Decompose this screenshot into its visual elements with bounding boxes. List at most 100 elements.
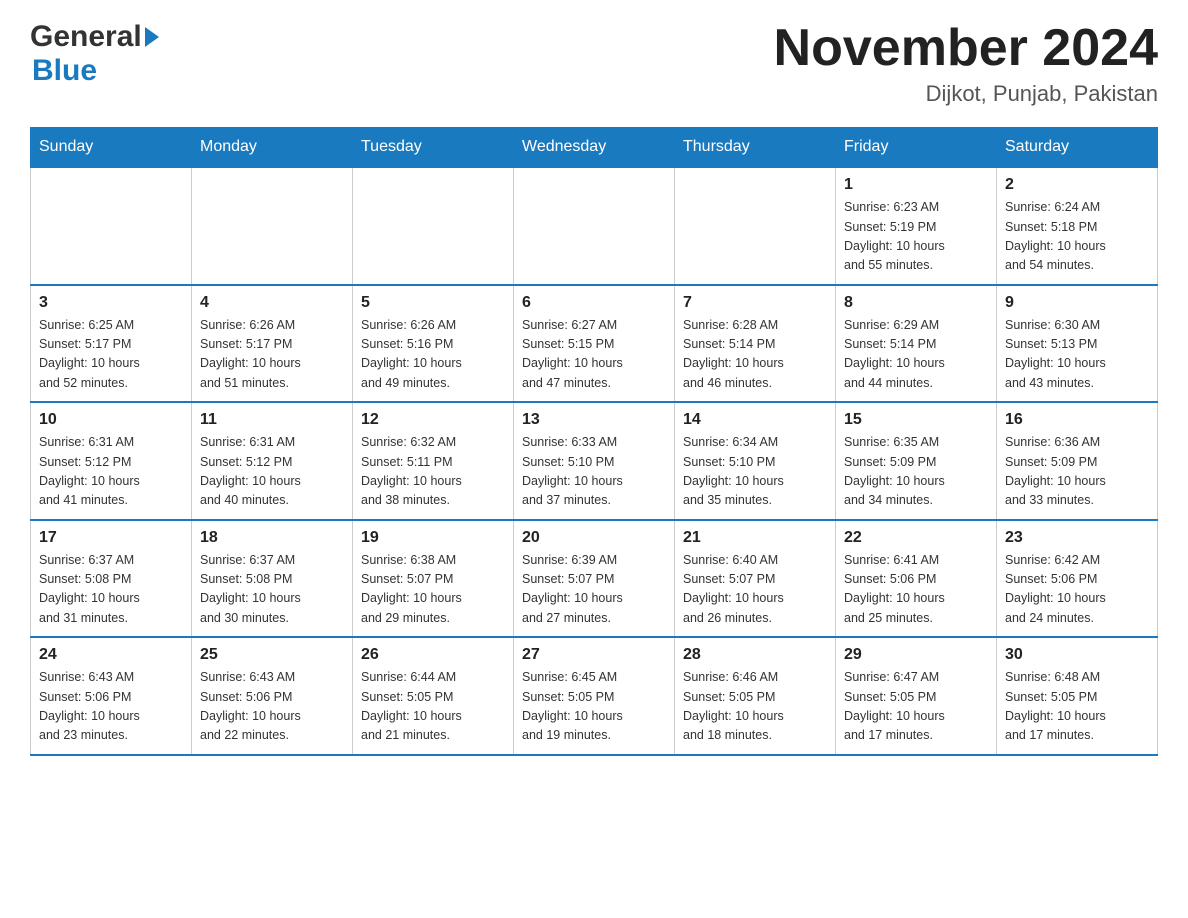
calendar-cell: 25 Sunrise: 6:43 AM Sunset: 5:06 PM Dayli… — [192, 637, 353, 755]
page-header: General Blue November 2024 Dijkot, Punja… — [30, 20, 1158, 107]
weekday-header-wednesday: Wednesday — [514, 128, 675, 168]
calendar-header-row: SundayMondayTuesdayWednesdayThursdayFrid… — [31, 128, 1158, 168]
weekday-header-saturday: Saturday — [997, 128, 1158, 168]
day-number: 28 — [683, 646, 827, 664]
day-number: 15 — [844, 411, 988, 429]
calendar-cell: 3Sunrise: 6:25 AM Sunset: 5:17 PM Daylig… — [31, 285, 192, 403]
day-info: Sunrise: 6:37 AM Sunset: 5:08 PM Dayligh… — [39, 551, 183, 629]
day-number: 26 — [361, 646, 505, 664]
calendar-cell: 8Sunrise: 6:29 AM Sunset: 5:14 PM Daylig… — [836, 285, 997, 403]
day-info: Sunrise: 6:43 AM Sunset: 5:06 PM Dayligh… — [200, 668, 344, 746]
location-text: Dijkot, Punjab, Pakistan — [774, 81, 1158, 107]
weekday-header-monday: Monday — [192, 128, 353, 168]
day-number: 19 — [361, 529, 505, 547]
day-info: Sunrise: 6:31 AM Sunset: 5:12 PM Dayligh… — [39, 433, 183, 511]
month-title: November 2024 — [774, 20, 1158, 77]
day-info: Sunrise: 6:35 AM Sunset: 5:09 PM Dayligh… — [844, 433, 988, 511]
calendar-cell: 10 Sunrise: 6:31 AM Sunset: 5:12 PM Dayli… — [31, 402, 192, 520]
day-number: 23 — [1005, 529, 1149, 547]
day-number: 3 — [39, 294, 183, 312]
calendar-cell: 13Sunrise: 6:33 AM Sunset: 5:10 PM Dayli… — [514, 402, 675, 520]
calendar-cell: 5 Sunrise: 6:26 AM Sunset: 5:16 PM Daylig… — [353, 285, 514, 403]
calendar-cell: 26 Sunrise: 6:44 AM Sunset: 5:05 PM Dayli… — [353, 637, 514, 755]
calendar-cell — [192, 167, 353, 285]
day-info: Sunrise: 6:34 AM Sunset: 5:10 PM Dayligh… — [683, 433, 827, 511]
weekday-header-friday: Friday — [836, 128, 997, 168]
calendar-cell: 1 Sunrise: 6:23 AM Sunset: 5:19 PM Daylig… — [836, 167, 997, 285]
calendar-cell: 9Sunrise: 6:30 AM Sunset: 5:13 PM Daylig… — [997, 285, 1158, 403]
calendar-cell: 23 Sunrise: 6:42 AM Sunset: 5:06 PM Dayli… — [997, 520, 1158, 638]
day-number: 1 — [844, 176, 988, 194]
calendar-cell: 22 Sunrise: 6:41 AM Sunset: 5:06 PM Dayli… — [836, 520, 997, 638]
calendar-cell: 16 Sunrise: 6:36 AM Sunset: 5:09 PM Dayli… — [997, 402, 1158, 520]
day-number: 22 — [844, 529, 988, 547]
day-info: Sunrise: 6:41 AM Sunset: 5:06 PM Dayligh… — [844, 551, 988, 629]
calendar-cell: 24 Sunrise: 6:43 AM Sunset: 5:06 PM Dayli… — [31, 637, 192, 755]
day-info: Sunrise: 6:26 AM Sunset: 5:16 PM Dayligh… — [361, 316, 505, 394]
calendar-week-3: 10 Sunrise: 6:31 AM Sunset: 5:12 PM Dayli… — [31, 402, 1158, 520]
calendar-cell: 7 Sunrise: 6:28 AM Sunset: 5:14 PM Daylig… — [675, 285, 836, 403]
day-number: 16 — [1005, 411, 1149, 429]
title-section: November 2024 Dijkot, Punjab, Pakistan — [774, 20, 1158, 107]
calendar-cell: 14Sunrise: 6:34 AM Sunset: 5:10 PM Dayli… — [675, 402, 836, 520]
day-info: Sunrise: 6:46 AM Sunset: 5:05 PM Dayligh… — [683, 668, 827, 746]
weekday-header-thursday: Thursday — [675, 128, 836, 168]
day-info: Sunrise: 6:40 AM Sunset: 5:07 PM Dayligh… — [683, 551, 827, 629]
day-info: Sunrise: 6:30 AM Sunset: 5:13 PM Dayligh… — [1005, 316, 1149, 394]
calendar-cell: 2 Sunrise: 6:24 AM Sunset: 5:18 PM Daylig… — [997, 167, 1158, 285]
day-number: 5 — [361, 294, 505, 312]
calendar-cell: 15 Sunrise: 6:35 AM Sunset: 5:09 PM Dayli… — [836, 402, 997, 520]
day-info: Sunrise: 6:47 AM Sunset: 5:05 PM Dayligh… — [844, 668, 988, 746]
logo-arrow-icon — [145, 27, 159, 47]
calendar-week-1: 1 Sunrise: 6:23 AM Sunset: 5:19 PM Daylig… — [31, 167, 1158, 285]
calendar-table: SundayMondayTuesdayWednesdayThursdayFrid… — [30, 127, 1158, 756]
day-info: Sunrise: 6:36 AM Sunset: 5:09 PM Dayligh… — [1005, 433, 1149, 511]
day-number: 4 — [200, 294, 344, 312]
weekday-header-sunday: Sunday — [31, 128, 192, 168]
day-info: Sunrise: 6:38 AM Sunset: 5:07 PM Dayligh… — [361, 551, 505, 629]
day-info: Sunrise: 6:29 AM Sunset: 5:14 PM Dayligh… — [844, 316, 988, 394]
day-info: Sunrise: 6:42 AM Sunset: 5:06 PM Dayligh… — [1005, 551, 1149, 629]
calendar-cell — [514, 167, 675, 285]
day-info: Sunrise: 6:28 AM Sunset: 5:14 PM Dayligh… — [683, 316, 827, 394]
day-number: 20 — [522, 529, 666, 547]
calendar-cell: 12 Sunrise: 6:32 AM Sunset: 5:11 PM Dayli… — [353, 402, 514, 520]
day-info: Sunrise: 6:37 AM Sunset: 5:08 PM Dayligh… — [200, 551, 344, 629]
day-number: 29 — [844, 646, 988, 664]
day-number: 25 — [200, 646, 344, 664]
calendar-cell: 28 Sunrise: 6:46 AM Sunset: 5:05 PM Dayli… — [675, 637, 836, 755]
day-info: Sunrise: 6:23 AM Sunset: 5:19 PM Dayligh… — [844, 198, 988, 276]
calendar-cell — [353, 167, 514, 285]
day-number: 7 — [683, 294, 827, 312]
day-number: 11 — [200, 411, 344, 429]
day-number: 10 — [39, 411, 183, 429]
day-number: 24 — [39, 646, 183, 664]
day-info: Sunrise: 6:39 AM Sunset: 5:07 PM Dayligh… — [522, 551, 666, 629]
calendar-cell — [31, 167, 192, 285]
weekday-header-tuesday: Tuesday — [353, 128, 514, 168]
day-number: 21 — [683, 529, 827, 547]
calendar-cell: 21 Sunrise: 6:40 AM Sunset: 5:07 PM Dayli… — [675, 520, 836, 638]
day-info: Sunrise: 6:45 AM Sunset: 5:05 PM Dayligh… — [522, 668, 666, 746]
calendar-cell: 30Sunrise: 6:48 AM Sunset: 5:05 PM Dayli… — [997, 637, 1158, 755]
logo-general-text: General — [30, 20, 142, 54]
logo-blue-text: Blue — [32, 54, 97, 87]
day-info: Sunrise: 6:24 AM Sunset: 5:18 PM Dayligh… — [1005, 198, 1149, 276]
calendar-cell: 29 Sunrise: 6:47 AM Sunset: 5:05 PM Dayli… — [836, 637, 997, 755]
day-number: 12 — [361, 411, 505, 429]
day-info: Sunrise: 6:43 AM Sunset: 5:06 PM Dayligh… — [39, 668, 183, 746]
day-info: Sunrise: 6:48 AM Sunset: 5:05 PM Dayligh… — [1005, 668, 1149, 746]
calendar-cell: 11Sunrise: 6:31 AM Sunset: 5:12 PM Dayli… — [192, 402, 353, 520]
day-info: Sunrise: 6:32 AM Sunset: 5:11 PM Dayligh… — [361, 433, 505, 511]
day-info: Sunrise: 6:27 AM Sunset: 5:15 PM Dayligh… — [522, 316, 666, 394]
day-info: Sunrise: 6:26 AM Sunset: 5:17 PM Dayligh… — [200, 316, 344, 394]
logo: General Blue — [30, 20, 159, 88]
day-info: Sunrise: 6:44 AM Sunset: 5:05 PM Dayligh… — [361, 668, 505, 746]
day-info: Sunrise: 6:33 AM Sunset: 5:10 PM Dayligh… — [522, 433, 666, 511]
calendar-week-4: 17Sunrise: 6:37 AM Sunset: 5:08 PM Dayli… — [31, 520, 1158, 638]
day-number: 2 — [1005, 176, 1149, 194]
calendar-cell: 6Sunrise: 6:27 AM Sunset: 5:15 PM Daylig… — [514, 285, 675, 403]
calendar-cell: 19 Sunrise: 6:38 AM Sunset: 5:07 PM Dayli… — [353, 520, 514, 638]
calendar-cell: 17Sunrise: 6:37 AM Sunset: 5:08 PM Dayli… — [31, 520, 192, 638]
day-number: 27 — [522, 646, 666, 664]
